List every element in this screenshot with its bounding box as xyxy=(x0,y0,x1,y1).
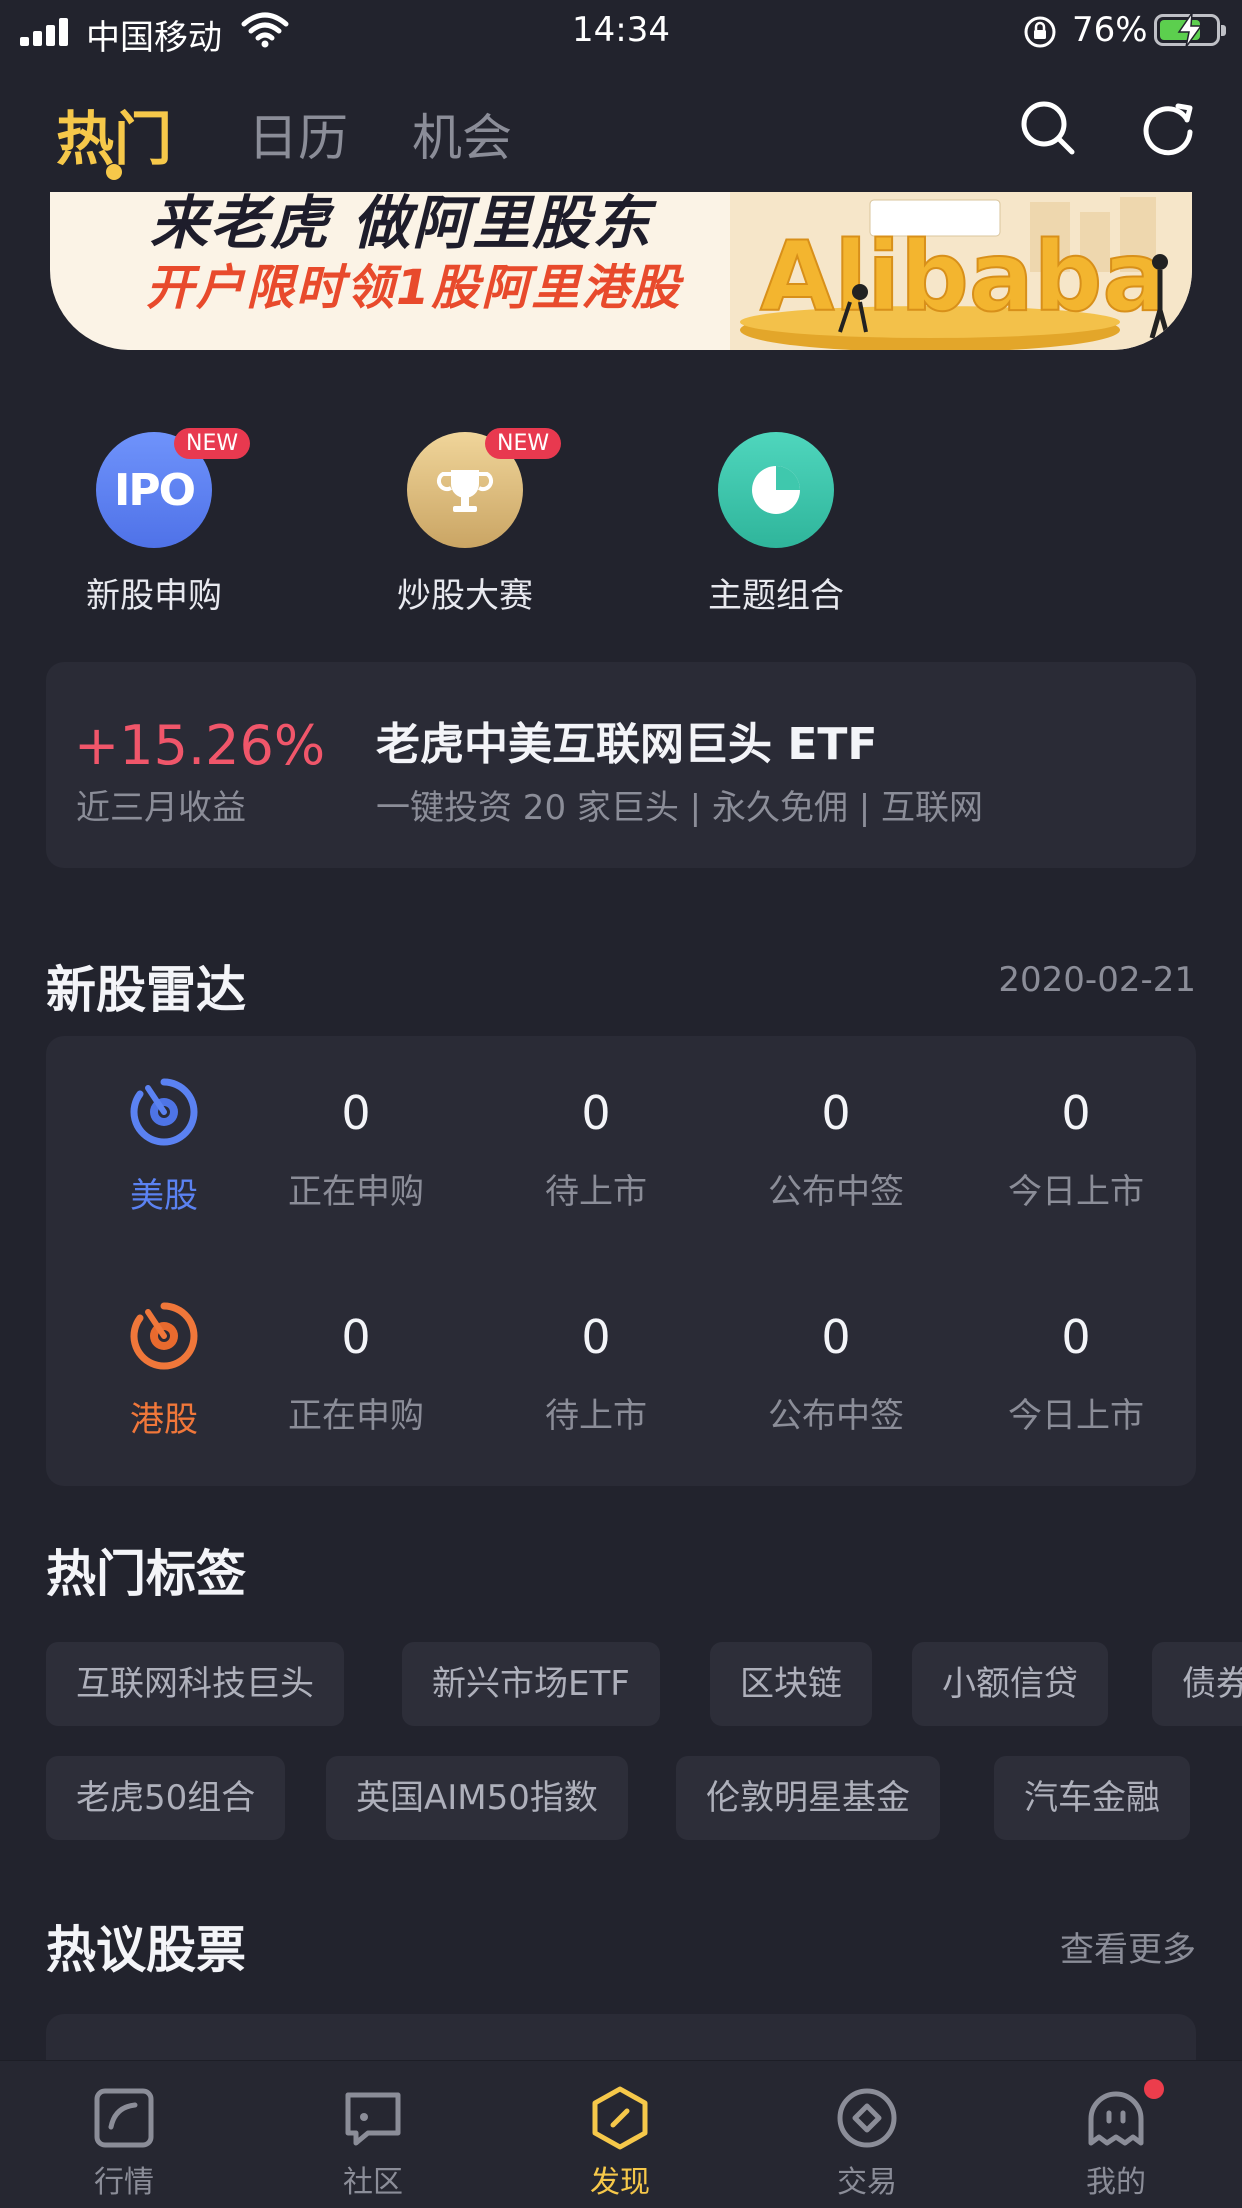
ipo-icon: IPO NEW xyxy=(96,428,251,548)
stat-allotment: 0 公布中签 xyxy=(768,1310,904,1436)
refresh-icon[interactable] xyxy=(1138,98,1198,158)
battery-percent: 76% xyxy=(1072,10,1148,50)
stat-to-list: 0 待上市 xyxy=(545,1086,647,1212)
section-title-hot-stocks: 热议股票 xyxy=(46,1921,246,1979)
etf-return-label: 近三月收益 xyxy=(76,788,246,828)
tag-chip[interactable]: 债券 xyxy=(1152,1642,1242,1726)
chart-icon xyxy=(94,2088,154,2148)
status-bar: 中国移动 14:34 76% xyxy=(0,0,1242,62)
tab-calendar[interactable]: 日历 xyxy=(248,98,348,170)
new-badge: NEW xyxy=(174,428,251,459)
radar-row-us[interactable]: 美股 0 正在申购 0 待上市 0 公布中签 0 今日上市 xyxy=(46,1036,1196,1236)
etf-subtitle: 一键投资 20 家巨头 | 永久免佣 | 互联网 xyxy=(376,788,984,828)
search-icon[interactable] xyxy=(1018,98,1078,158)
banner-subline: 开户限时领1股阿里港股 xyxy=(146,260,682,316)
discover-icon xyxy=(592,2086,648,2150)
section-title-ipo-radar: 新股雷达 xyxy=(46,961,246,1019)
shortcut-ipo-subscribe[interactable]: IPO NEW 新股申购 xyxy=(64,428,251,617)
radar-us-icon xyxy=(130,1078,198,1146)
notification-dot xyxy=(1144,2079,1164,2099)
bottom-tab-bar: 行情 社区 发现 交易 我的 xyxy=(0,2060,1242,2208)
shortcut-trading-contest[interactable]: NEW 炒股大赛 xyxy=(375,428,562,617)
tag-chip[interactable]: 伦敦明星基金 xyxy=(676,1756,940,1840)
tag-chip[interactable]: 老虎50组合 xyxy=(46,1756,286,1840)
stat-subscribing: 0 正在申购 xyxy=(288,1086,424,1212)
promo-banner[interactable]: 来老虎 做阿里股东 开户限时领1股阿里港股 Alibaba xyxy=(50,192,1192,350)
alibaba-illustration: Alibaba xyxy=(730,192,1192,350)
market-us: 美股 xyxy=(94,1076,234,1217)
pie-chart-icon xyxy=(718,432,834,548)
battery-icon xyxy=(1154,13,1226,47)
tabbar-discover[interactable]: 发现 xyxy=(530,2085,710,2201)
tabbar-market[interactable]: 行情 xyxy=(34,2085,214,2201)
tag-chip[interactable]: 汽车金融 xyxy=(994,1756,1190,1840)
market-hk: 港股 xyxy=(94,1300,234,1441)
stat-allotment: 0 公布中签 xyxy=(768,1086,904,1212)
tabbar-profile[interactable]: 我的 xyxy=(1026,2085,1206,2201)
tab-opportunity[interactable]: 机会 xyxy=(412,98,512,170)
tabbar-trade[interactable]: 交易 xyxy=(777,2085,957,2201)
section-title-hot-tags: 热门标签 xyxy=(46,1545,246,1603)
shortcut-label: 新股申购 xyxy=(86,576,222,616)
active-tab-indicator xyxy=(106,164,122,180)
etf-title: 老虎中美互联网巨头 ETF xyxy=(376,719,878,770)
community-icon xyxy=(345,2092,401,2146)
new-badge: NEW xyxy=(485,428,562,459)
radar-date: 2020-02-21 xyxy=(998,960,1196,1000)
tag-chip[interactable]: 区块链 xyxy=(710,1642,872,1726)
tag-chip[interactable]: 新兴市场ETF xyxy=(402,1642,660,1726)
svg-text:Alibaba: Alibaba xyxy=(760,221,1167,333)
tag-chip[interactable]: 小额信贷 xyxy=(912,1642,1108,1726)
etf-promo-card[interactable]: +15.26% 近三月收益 老虎中美互联网巨头 ETF 一键投资 20 家巨头 … xyxy=(46,662,1196,868)
stat-listing-today: 0 今日上市 xyxy=(1008,1310,1144,1436)
trade-icon xyxy=(837,2088,897,2148)
tag-chip[interactable]: 英国AIM50指数 xyxy=(326,1756,628,1840)
shortcut-label: 主题组合 xyxy=(708,576,844,616)
trophy-icon: NEW xyxy=(407,428,562,548)
tabbar-community[interactable]: 社区 xyxy=(283,2085,463,2201)
ipo-radar-card: 美股 0 正在申购 0 待上市 0 公布中签 0 今日上市 港股 0 正在申购 0 待上市 … xyxy=(46,1036,1196,1486)
view-more-link[interactable]: 查看更多 xyxy=(1060,1922,1196,1971)
radar-row-hk[interactable]: 港股 0 正在申购 0 待上市 0 公布中签 0 今日上市 xyxy=(46,1260,1196,1460)
profile-icon xyxy=(1088,2091,1144,2146)
stat-listing-today: 0 今日上市 xyxy=(1008,1086,1144,1212)
shortcut-theme-portfolio[interactable]: 主题组合 xyxy=(686,432,866,617)
radar-hk-icon xyxy=(130,1302,198,1370)
stat-to-list: 0 待上市 xyxy=(545,1310,647,1436)
rotation-lock-icon xyxy=(1024,16,1056,48)
top-tab-bar: 热门 日历 机会 xyxy=(0,62,1242,192)
stat-subscribing: 0 正在申购 xyxy=(288,1310,424,1436)
shortcut-label: 炒股大赛 xyxy=(397,576,533,616)
etf-return-value: +15.26% xyxy=(74,714,326,777)
tag-chip[interactable]: 互联网科技巨头 xyxy=(46,1642,344,1726)
